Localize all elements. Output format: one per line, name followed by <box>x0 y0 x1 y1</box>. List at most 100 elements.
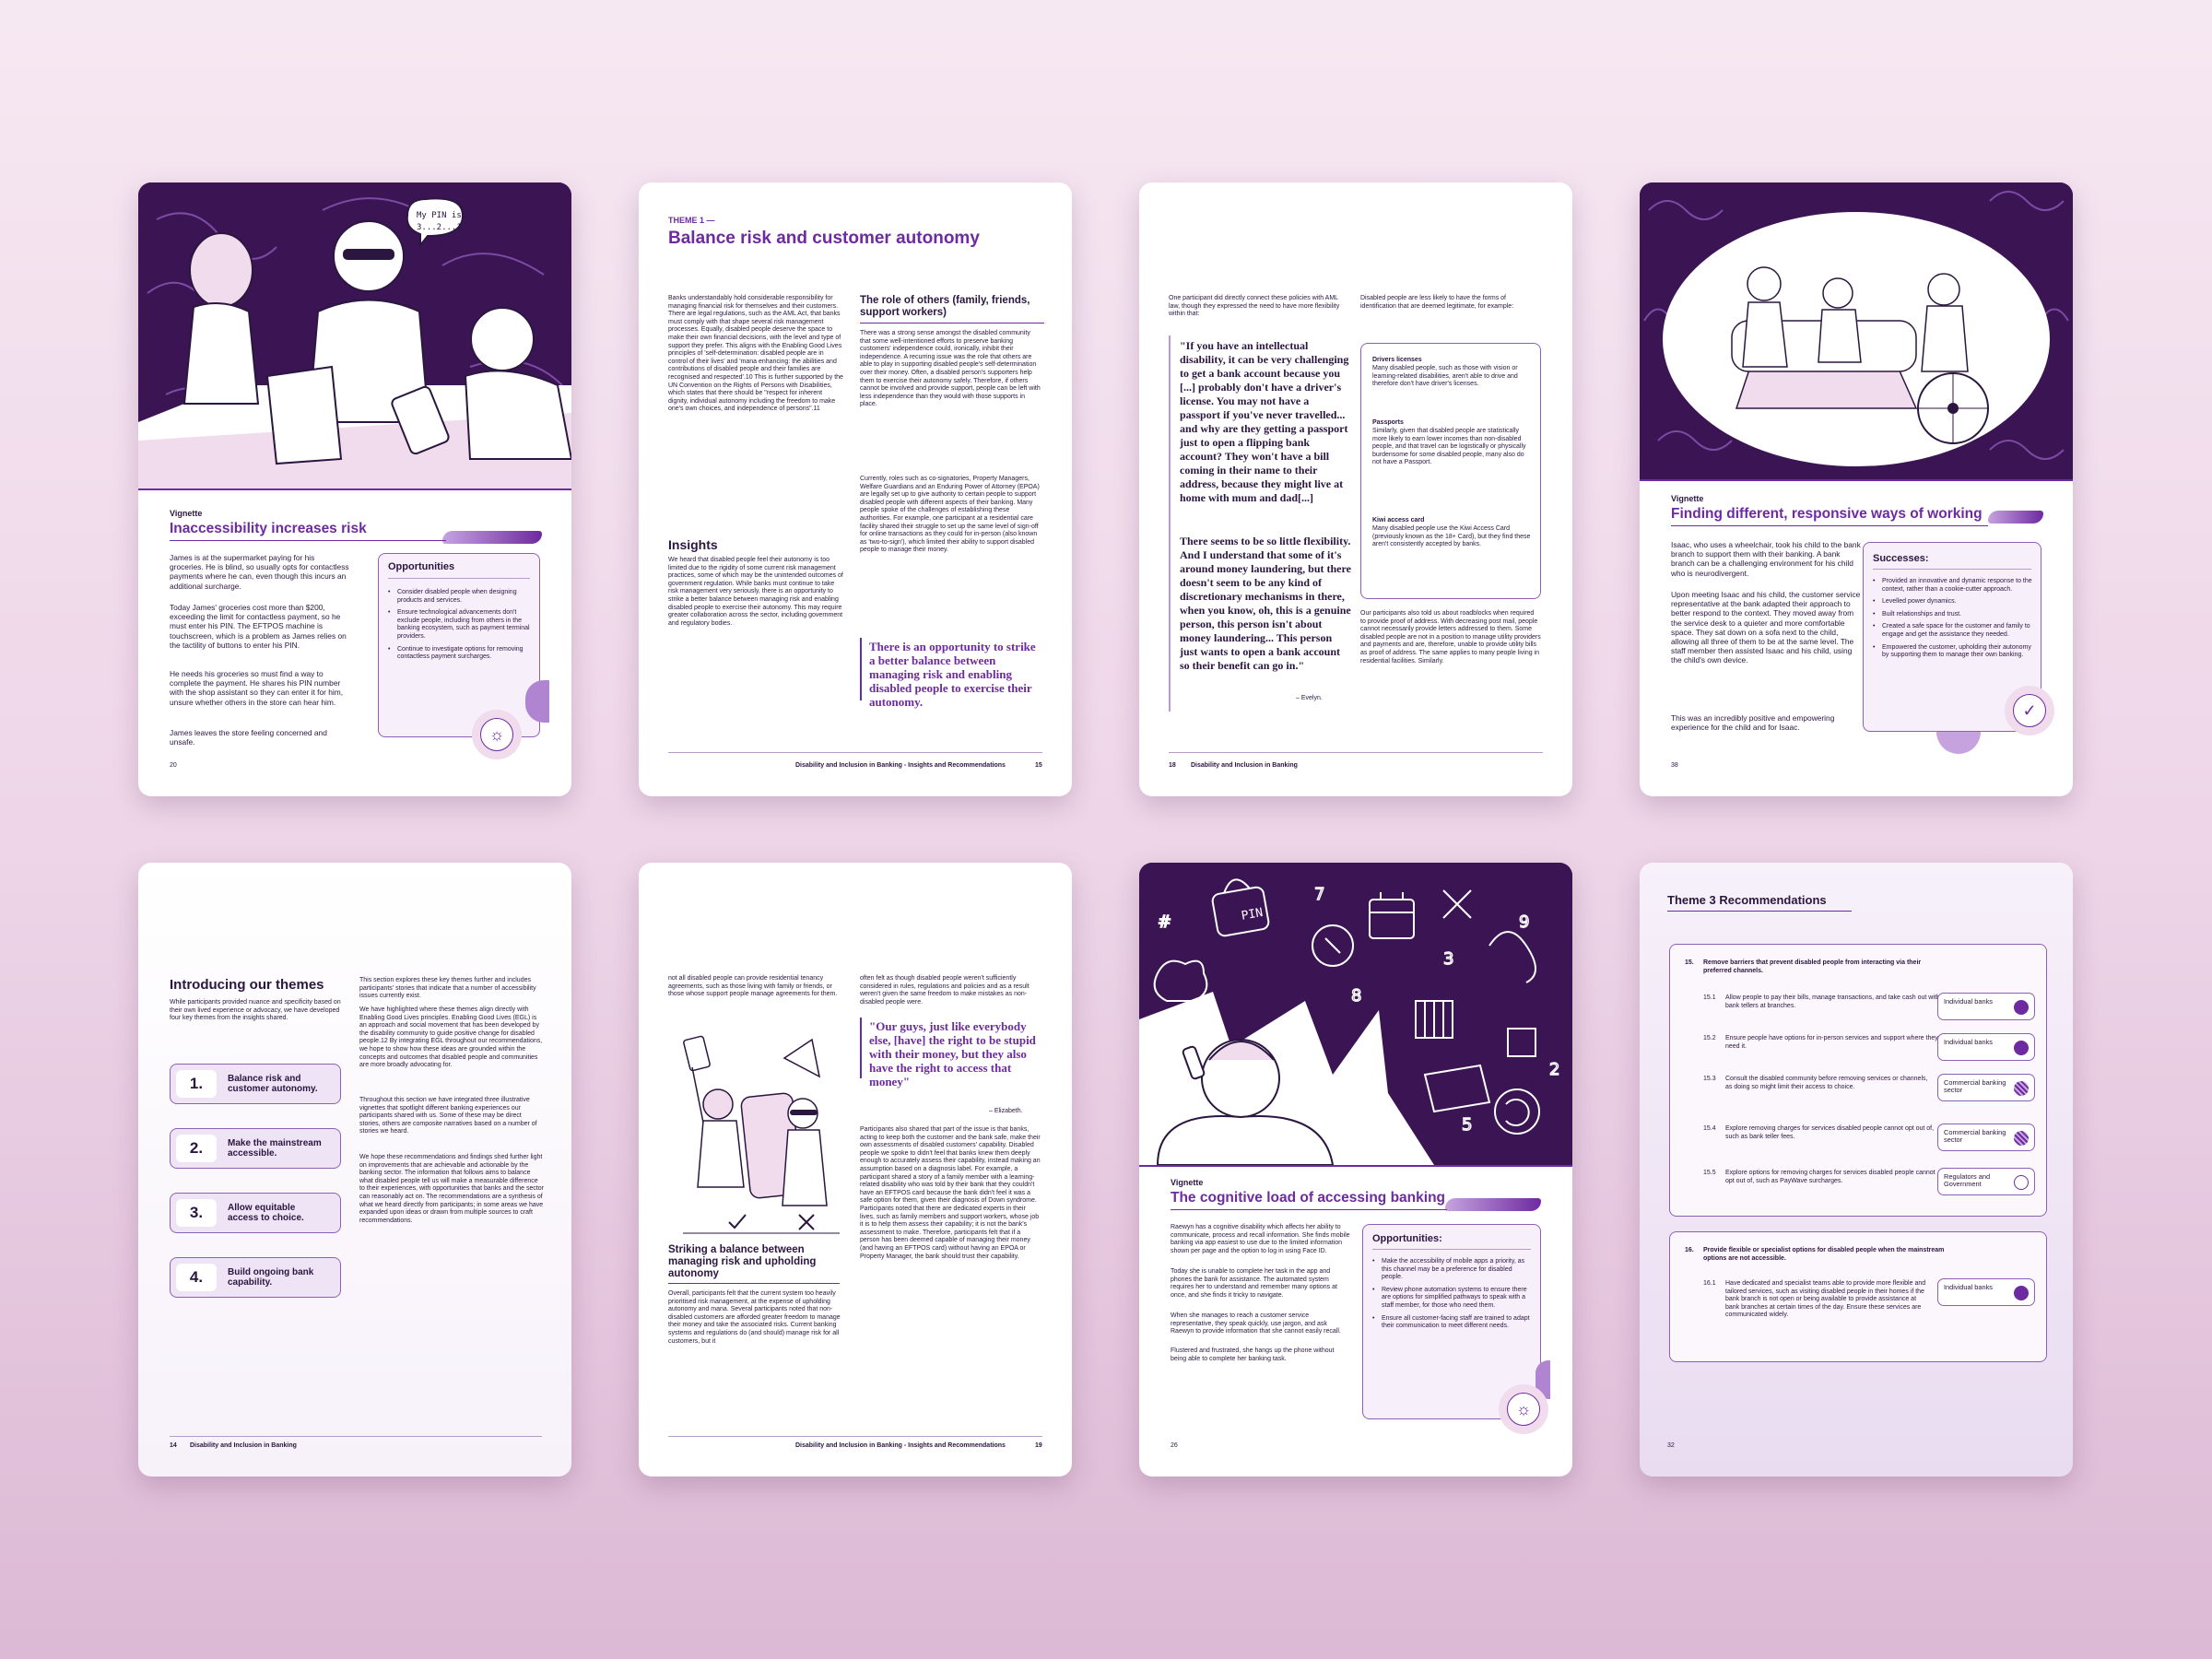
list-item: Continue to investigate options for remo… <box>388 646 532 662</box>
col2-body: Participants also shared that part of th… <box>860 1126 1041 1260</box>
rec-number: 15.2 <box>1703 1035 1716 1041</box>
illustration-divider <box>138 488 571 490</box>
title-underline <box>1171 1209 1447 1210</box>
elizabeth-quote: "Our guys, just like everybody else, [ha… <box>869 1019 1036 1088</box>
bank-branch-illustration <box>1640 182 2073 479</box>
theme-item-3[interactable]: 3. Allow equitable access to choice. <box>170 1193 341 1233</box>
page-number: 20 <box>170 762 177 769</box>
col2-paragraph-2: We have highlighted where these themes a… <box>359 1006 543 1069</box>
list-item: Created a safe space for the customer an… <box>1873 623 2033 639</box>
cognitive-load-illustration: PIN ##79 32582 <box>1139 863 1572 1165</box>
rec-number: 15.1 <box>1703 994 1716 1001</box>
body-paragraph-1: Isaac, who uses a wheelchair, took his c… <box>1671 540 1861 578</box>
list-item: Make the accessibility of mobile apps a … <box>1372 1258 1533 1282</box>
page-number: 18 <box>1169 762 1176 769</box>
title-swoosh <box>1445 1198 1541 1211</box>
page-title: Finding different, responsive ways of wo… <box>1671 506 1983 522</box>
page-identification-barriers: One participant did directly connect the… <box>1139 182 1572 796</box>
id-item-heading: Kiwi access card <box>1372 517 1425 524</box>
insights-heading: Insights <box>668 537 718 552</box>
body-paragraph-2: Today she is unable to complete her task… <box>1171 1268 1337 1299</box>
box-accent-shape <box>1936 732 1981 754</box>
col1-heading-rule <box>668 1283 840 1284</box>
theme-item-4[interactable]: 4. Build ongoing bank capability. <box>170 1257 341 1298</box>
rec-number: 16.1 <box>1703 1280 1716 1287</box>
footer-title: Disability and Inclusion in Banking - In… <box>795 762 1006 769</box>
page-title: Inaccessibility increases risk <box>170 521 367 536</box>
theme-eyebrow: THEME 1 — <box>668 216 715 225</box>
opportunities-list: Consider disabled people when designing … <box>388 589 532 666</box>
page-number: 15 <box>1035 762 1042 769</box>
col1-body: Overall, participants felt that the curr… <box>668 1290 841 1345</box>
solid-dot-icon <box>2014 1000 2029 1015</box>
col2-heading-rule <box>860 323 1044 324</box>
list-item: Empowered the customer, upholding their … <box>1873 644 2033 660</box>
rec-text: Explore removing charges for services di… <box>1725 1125 1935 1140</box>
quote-attribution: – Evelyn. <box>1296 695 1323 701</box>
striking-balance-heading: Striking a balance between managing risk… <box>668 1244 817 1279</box>
box-title-rule <box>388 578 530 579</box>
col2-paragraph-3: Throughout this section we have integrat… <box>359 1097 537 1135</box>
vignette-eyebrow: Vignette <box>1171 1178 1204 1187</box>
rec-text: Ensure people have options for in-person… <box>1725 1035 1938 1050</box>
title-swoosh <box>442 531 542 544</box>
svg-text:9: 9 <box>1519 912 1529 932</box>
vignette-eyebrow: Vignette <box>170 509 203 518</box>
page-title: The cognitive load of accessing banking <box>1171 1190 1446 1206</box>
rec-text: Explore options for removing charges for… <box>1725 1170 1936 1184</box>
body-paragraph-3: When she manages to reach a customer ser… <box>1171 1312 1341 1335</box>
box-title-rule <box>1873 569 2031 570</box>
celebrating-people-illustration <box>683 1035 840 1234</box>
intro-paragraph: One participant did directly connect the… <box>1169 295 1340 318</box>
col2-paragraph-2: Currently, roles such as co-signatories,… <box>860 476 1040 554</box>
theme-item-2[interactable]: 2. Make the mainstream accessible. <box>170 1128 341 1169</box>
footer-title: Disability and Inclusion in Banking <box>190 1442 297 1449</box>
illustration-divider <box>1640 479 2073 481</box>
striped-dot-icon <box>2014 1081 2029 1096</box>
svg-text:7: 7 <box>1314 885 1324 904</box>
footer-rule <box>668 1436 1042 1437</box>
rec-tag-individual-banks[interactable]: Individual banks <box>1937 1278 2035 1306</box>
col2-closing-paragraph: Our participants also told us about road… <box>1360 610 1541 665</box>
body-paragraph-1: Raewyn has a cognitive disability which … <box>1171 1224 1350 1254</box>
illustration-supermarket-payment: My PIN is... 3...2...1... <box>138 182 571 488</box>
successes-list: Provided an innovative and dynamic respo… <box>1873 578 2033 665</box>
rec-number: 15.4 <box>1703 1125 1716 1132</box>
body-paragraph-4: James leaves the store feeling concerned… <box>170 728 327 747</box>
group-heading: Provide flexible or specialist options f… <box>1703 1247 1945 1262</box>
rec-text: Have dedicated and specialist teams able… <box>1725 1280 1926 1319</box>
vignette-eyebrow: Vignette <box>1671 494 1704 503</box>
title-underline <box>170 540 446 541</box>
id-item-heading: Passports <box>1372 419 1404 426</box>
theme-item-1[interactable]: 1. Balance risk and customer autonomy. <box>170 1064 341 1104</box>
page-number: 38 <box>1671 762 1678 769</box>
group-number: 16. <box>1685 1247 1694 1253</box>
rec-tag-individual-banks[interactable]: Individual banks <box>1937 993 2035 1020</box>
rec-tag-commercial-banking[interactable]: Commercial banking sector <box>1937 1074 2035 1101</box>
page-number: 14 <box>170 1442 177 1449</box>
list-item: Levelled power dynamics. <box>1873 598 2033 606</box>
page-number: 19 <box>1035 1442 1042 1449</box>
evelyn-quote-part-1: "If you have an intellectual disability,… <box>1180 339 1349 504</box>
body-paragraph-3: This was an incredibly positive and empo… <box>1671 713 1835 733</box>
rec-number: 15.5 <box>1703 1170 1716 1176</box>
striped-dot-icon <box>2014 1131 2029 1146</box>
illustration-overwhelmed-person: PIN ##79 32582 <box>1139 863 1572 1165</box>
svg-text:3: 3 <box>1443 949 1453 969</box>
body-paragraph-2: Today James' groceries cost more than $2… <box>170 603 347 650</box>
footer-title: Disability and Inclusion in Banking - In… <box>795 1442 1006 1449</box>
rec-tag-commercial-banking[interactable]: Commercial banking sector <box>1937 1124 2035 1151</box>
list-item: Consider disabled people when designing … <box>388 589 532 605</box>
id-item-heading: Drivers licenses <box>1372 357 1422 363</box>
page-finding-different-ways: Vignette Finding different, responsive w… <box>1640 182 2073 796</box>
list-item: Ensure technological advancements don't … <box>388 609 532 641</box>
rec-tag-individual-banks[interactable]: Individual banks <box>1937 1033 2035 1061</box>
pull-quote: There is an opportunity to strike a bett… <box>869 640 1036 709</box>
rec-tag-regulators-government[interactable]: Regulators and Government <box>1937 1168 2035 1195</box>
outline-speech-icon <box>2014 1175 2029 1190</box>
footer-rule <box>668 752 1042 753</box>
recommendation-group-15: 15. Remove barriers that prevent disable… <box>1669 944 2047 1217</box>
illustration-divider <box>1139 1165 1572 1167</box>
id-item-text: Many disabled people, such as those with… <box>1372 365 1518 388</box>
page-introducing-themes: Introducing our themes While participant… <box>138 863 571 1477</box>
